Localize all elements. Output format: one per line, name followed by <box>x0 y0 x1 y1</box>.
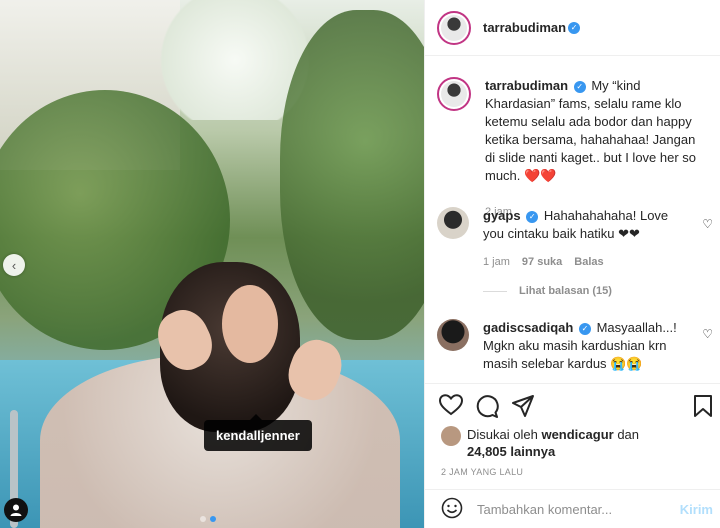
verified-badge-icon: ✓ <box>526 210 539 223</box>
avatar[interactable] <box>437 10 471 45</box>
photo-face <box>222 285 278 363</box>
share-paper-plane-icon[interactable] <box>511 394 535 421</box>
comment-like-count[interactable]: 97 suka <box>522 253 562 271</box>
view-replies-label: Lihat balasan (15) <box>519 285 612 297</box>
tagged-users-button[interactable] <box>4 498 28 522</box>
header-username[interactable]: tarrabudiman <box>483 20 566 35</box>
comment-reply-button[interactable]: Balas <box>574 253 603 271</box>
replies-divider <box>483 290 507 292</box>
comments-section: tarrabudiman ✓ My “kind Khardasian” fams… <box>425 57 720 383</box>
carousel-dot <box>200 516 206 522</box>
likes-count[interactable]: 24,805 lainnya <box>467 444 555 459</box>
person-icon <box>10 504 22 516</box>
comment-input[interactable] <box>477 501 667 517</box>
post-comment-button[interactable]: Kirim <box>680 502 713 517</box>
carousel-indicator <box>200 516 216 522</box>
view-replies-button[interactable]: Lihat balasan (15) <box>483 285 612 297</box>
comment-like-heart-icon[interactable]: ♡ <box>702 327 713 341</box>
likes-summary: Disukai oleh wendicagur dan 24,805 lainn… <box>441 426 667 460</box>
post-actions: Disukai oleh wendicagur dan 24,805 lainn… <box>425 383 720 497</box>
comment-bubble-icon[interactable] <box>475 394 499 421</box>
post-timestamp[interactable]: 2 JAM YANG LALU <box>441 467 523 477</box>
avatar[interactable] <box>441 426 461 446</box>
carousel-dot-active <box>210 516 216 522</box>
comment-username[interactable]: gadiscsadiqah <box>483 320 573 335</box>
comment-username[interactable]: gyaps <box>483 208 521 223</box>
verified-badge-icon: ✓ <box>568 21 581 34</box>
like-heart-icon[interactable] <box>438 394 464 419</box>
post-header: tarrabudiman ✓ <box>425 0 720 56</box>
caption: tarrabudiman ✓ My “kind Khardasian” fams… <box>437 77 707 221</box>
photo-foliage-right <box>280 10 424 340</box>
comment-time[interactable]: 1 jam <box>483 253 510 271</box>
likes-prefix: Disukai oleh <box>467 427 538 442</box>
user-tag-tooltip[interactable]: kendalljenner <box>204 414 312 451</box>
post-side-panel: tarrabudiman ✓ tarrabudiman ✓ My “kind K… <box>424 0 720 528</box>
avatar[interactable] <box>437 207 469 239</box>
avatar[interactable] <box>437 77 471 111</box>
verified-badge-icon: ✓ <box>573 80 586 93</box>
bookmark-icon[interactable] <box>693 394 713 421</box>
verified-badge-icon: ✓ <box>578 322 591 335</box>
likes-user[interactable]: wendicagur <box>541 427 613 442</box>
caption-username[interactable]: tarrabudiman <box>485 78 568 93</box>
comment-item: gyaps ✓ Hahahahahaha! Love you cintaku b… <box>437 207 707 271</box>
previous-photo-button[interactable]: ‹ <box>3 254 25 276</box>
chevron-left-icon: ‹ <box>11 257 17 273</box>
add-comment-bar: Kirim <box>425 489 720 528</box>
likes-conjunction: dan <box>617 427 640 442</box>
comment-like-heart-icon[interactable]: ♡ <box>702 217 713 231</box>
avatar[interactable] <box>437 319 469 351</box>
comment-item: gadiscsadiqah ✓ Masyaallah...! Mgkn aku … <box>437 319 707 373</box>
emoji-icon[interactable] <box>441 497 463 522</box>
caption-text: My “kind Khardasian” fams, selalu rame k… <box>485 78 697 183</box>
